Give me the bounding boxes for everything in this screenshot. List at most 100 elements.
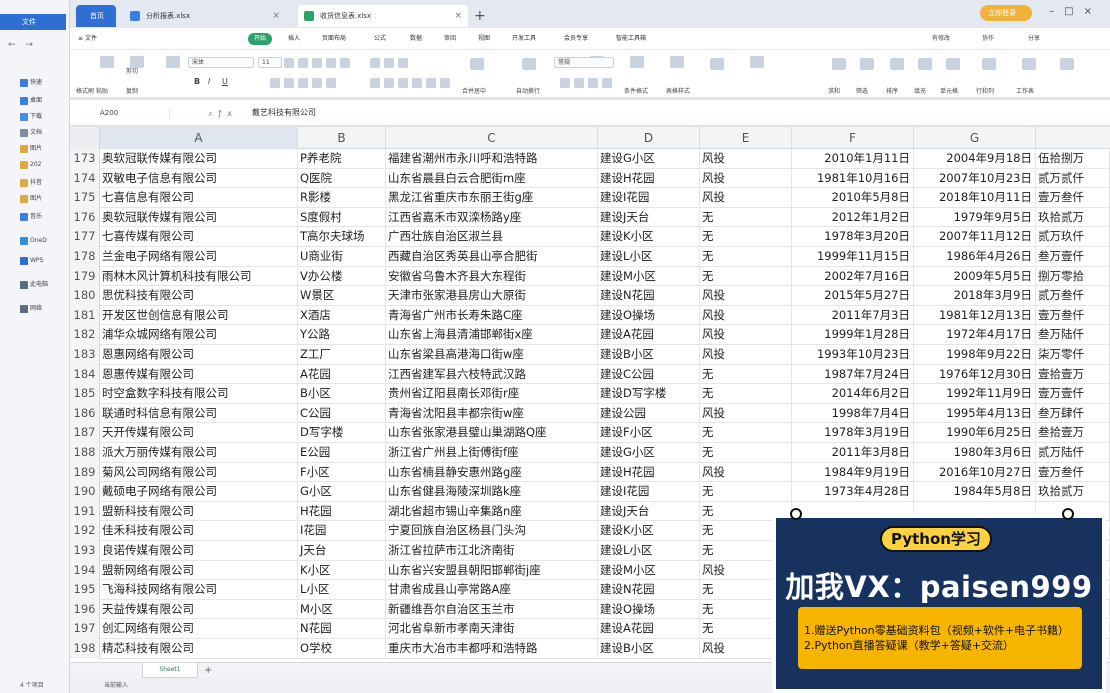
cell-date-1[interactable]: 1993年10月23日 [792, 345, 914, 365]
row-number[interactable]: 180 [70, 286, 100, 306]
cell-place[interactable]: E公园 [298, 443, 386, 463]
cell-project[interactable]: 建设L小区 [598, 247, 700, 267]
cell-project[interactable]: 建设J天台 [598, 501, 700, 522]
cell-company[interactable]: 盟新科技有限公司 [100, 501, 298, 522]
ribbon-label[interactable]: U [222, 78, 228, 86]
toolbar-icon[interactable] [890, 58, 904, 70]
row-number[interactable]: 177 [70, 227, 100, 247]
cell-company[interactable]: 天益传媒有限公司 [100, 599, 298, 620]
ribbon-label[interactable]: 单元格 [940, 88, 958, 96]
ribbon-label[interactable]: 复制 [126, 88, 138, 96]
toolbar-icon[interactable] [946, 58, 960, 70]
row-number[interactable]: 191 [70, 501, 100, 522]
cell-amount[interactable]: 壹万叁仟 [1036, 188, 1110, 208]
toolbar-icon[interactable] [832, 58, 846, 70]
cell-amount[interactable]: 叁万肆仟 [1036, 403, 1110, 424]
cell-date-2[interactable]: 1981年12月13日 [914, 305, 1036, 326]
explorer-item[interactable]: 快速 [30, 76, 68, 90]
format-icon[interactable] [384, 58, 394, 68]
cell-amount[interactable]: 叁拾壹万 [1036, 423, 1110, 443]
cell-place[interactable]: O学校 [298, 639, 386, 659]
toolbar-icon[interactable] [982, 58, 996, 70]
cell-date-2[interactable]: 1979年9月5日 [914, 207, 1036, 228]
cell-company[interactable]: 浦华众城网络有限公司 [100, 325, 298, 345]
explorer-item[interactable]: 下载 [30, 110, 68, 124]
cell-place[interactable]: M小区 [298, 599, 386, 620]
row-number[interactable]: 173 [70, 149, 100, 169]
cell-address[interactable]: 浙江省拉萨市江北济南街 [386, 541, 598, 561]
column-header-d[interactable]: D [598, 127, 700, 149]
cell-date-1[interactable]: 2010年5月8日 [792, 188, 914, 208]
format-icon[interactable] [370, 58, 380, 68]
format-icon[interactable] [326, 58, 336, 68]
row-number[interactable]: 179 [70, 266, 100, 287]
cell-address[interactable]: 山东省健县海陵深圳路k座 [386, 482, 598, 502]
cell-date-2[interactable]: 1992年11月9日 [914, 384, 1036, 404]
row-number[interactable]: 190 [70, 482, 100, 502]
cell-place[interactable]: X酒店 [298, 305, 386, 326]
cell-place[interactable]: I花园 [298, 521, 386, 541]
menu-share[interactable]: 分享 [1028, 33, 1040, 45]
cell-project[interactable]: 建设I花园 [598, 188, 700, 208]
format-icon[interactable] [560, 78, 570, 88]
cell-project[interactable]: 建设H花园 [598, 168, 700, 189]
cell-amount[interactable]: 壹拾壹万 [1036, 364, 1110, 385]
row-number[interactable]: 178 [70, 247, 100, 267]
cell-type[interactable]: 无 [700, 364, 792, 385]
new-tab-button[interactable]: + [474, 5, 486, 27]
cell-company[interactable]: 奥软冠联传媒有限公司 [100, 207, 298, 228]
ribbon-label[interactable]: 筛选 [856, 88, 868, 96]
cell-address[interactable]: 西藏自治区秀英县山亭合肥街 [386, 247, 598, 267]
cell-amount[interactable]: 玖拾贰万 [1036, 207, 1110, 228]
explorer-item[interactable]: 抖音 [30, 176, 68, 190]
format-icon[interactable] [384, 78, 394, 88]
cell-address[interactable]: 江西省建军县六枝特武汉路 [386, 364, 598, 385]
cell-address[interactable]: 江西省嘉禾市双滦杨路y座 [386, 207, 598, 228]
cell-date-2[interactable]: 1990年6月25日 [914, 423, 1036, 443]
toolbar-icon[interactable] [750, 56, 764, 68]
menu-tab-3[interactable]: 页面布局 [322, 33, 346, 45]
cell-date-2[interactable]: 2007年10月23日 [914, 168, 1036, 189]
cell-date-2[interactable]: 1998年9月22日 [914, 345, 1036, 365]
menu-tab-2[interactable]: 插入 [288, 33, 300, 45]
cell-project[interactable]: 建设K小区 [598, 521, 700, 541]
cell-type[interactable]: 风投 [700, 149, 792, 169]
cell-type[interactable]: 风投 [700, 286, 792, 306]
cell-company[interactable]: 天开传媒有限公司 [100, 423, 298, 443]
close-icon[interactable]: × [454, 5, 462, 27]
cell-address[interactable]: 福建省潮州市永川呼和浩特路 [386, 149, 598, 169]
cell-company[interactable]: 菊风公司网络有限公司 [100, 462, 298, 483]
cell-type[interactable]: 风投 [700, 462, 792, 483]
row-number[interactable]: 197 [70, 619, 100, 639]
cell-date-1[interactable]: 1973年4月28日 [792, 482, 914, 502]
format-icon[interactable] [412, 78, 422, 88]
cell-date-1[interactable]: 2002年7月16日 [792, 266, 914, 287]
cell-company[interactable]: 兰金电子网络有限公司 [100, 247, 298, 267]
cell-amount[interactable]: 柒万零仟 [1036, 345, 1110, 365]
cell-place[interactable]: Y公路 [298, 325, 386, 345]
cell-project[interactable]: 建设A花园 [598, 325, 700, 345]
cell-date-2[interactable]: 2004年9月18日 [914, 149, 1036, 169]
cell-type[interactable]: 风投 [700, 305, 792, 326]
cell-project[interactable]: 建设J天台 [598, 207, 700, 228]
cell-date-1[interactable]: 1999年11月15日 [792, 247, 914, 267]
column-header-b[interactable]: B [298, 127, 386, 149]
cell-project[interactable]: 建设K小区 [598, 227, 700, 247]
toolbar-icon[interactable] [860, 58, 874, 70]
ribbon-label[interactable]: 11 [262, 59, 270, 67]
cell-amount[interactable]: 贰万叁仟 [1036, 286, 1110, 306]
add-sheet-button[interactable]: + [204, 663, 212, 678]
cell-place[interactable]: C公园 [298, 403, 386, 424]
ribbon-label[interactable]: I [208, 78, 210, 86]
cell-company[interactable]: 七喜信息有限公司 [100, 188, 298, 208]
cell-date-2[interactable]: 2018年10月11日 [914, 188, 1036, 208]
cell-amount[interactable]: 捌万零拾 [1036, 266, 1110, 287]
cell-company[interactable]: 戴硕电子网络有限公司 [100, 482, 298, 502]
menu-tab-6[interactable]: 审阅 [444, 33, 456, 45]
cell-address[interactable]: 安徽省乌鲁木齐县大东程街 [386, 266, 598, 287]
explorer-item[interactable]: 此电脑 [30, 278, 68, 292]
cell-address[interactable]: 山东省楠县静安惠州路g座 [386, 462, 598, 483]
name-box[interactable]: A200 [100, 107, 170, 120]
format-icon[interactable] [284, 58, 294, 68]
cell-company[interactable]: 良诺传媒有限公司 [100, 541, 298, 561]
